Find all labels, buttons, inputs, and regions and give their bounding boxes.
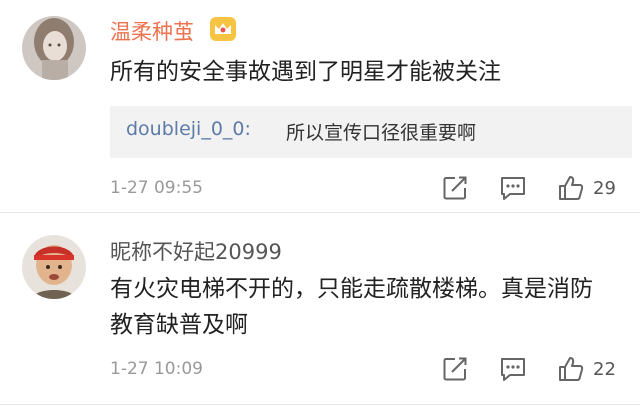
comment-item: 温柔种茧 所有的安全事故遇到了明星才能被关注 doubleji_0_0: 所以宣…: [0, 0, 640, 212]
timestamp: 1-27 10:09: [110, 359, 203, 379]
thumbs-up-icon[interactable]: [557, 174, 585, 202]
divider: [0, 404, 640, 405]
comment-icon[interactable]: [499, 355, 527, 383]
share-edit-icon[interactable]: [441, 174, 469, 202]
comment-text: 有火灾电梯不开的，只能走疏散楼梯。真是消防教育缺普及啊: [110, 276, 593, 338]
share-edit-icon[interactable]: [441, 355, 469, 383]
comment-item: 昵称不好起20999 有火灾电梯不开的，只能走疏散楼梯。真是消防教育缺普及啊 1…: [0, 213, 640, 407]
reply-username[interactable]: doubleji_0_0:: [126, 118, 251, 140]
username[interactable]: 昵称不好起20999: [110, 236, 282, 266]
avatar[interactable]: [22, 16, 86, 80]
like-count: 22: [593, 359, 616, 380]
timestamp: 1-27 09:55: [110, 178, 203, 198]
username[interactable]: 温柔种茧: [110, 16, 194, 46]
avatar[interactable]: [22, 235, 86, 299]
reply-box[interactable]: doubleji_0_0: 所以宣传口径很重要啊: [110, 106, 632, 158]
comment-text: 所有的安全事故遇到了明星才能被关注: [110, 59, 501, 85]
reply-text: 所以宣传口径很重要啊: [286, 122, 477, 144]
thumbs-up-icon[interactable]: [557, 355, 585, 383]
like-count: 29: [593, 178, 616, 199]
crown-icon: [210, 17, 236, 41]
comment-icon[interactable]: [499, 174, 527, 202]
